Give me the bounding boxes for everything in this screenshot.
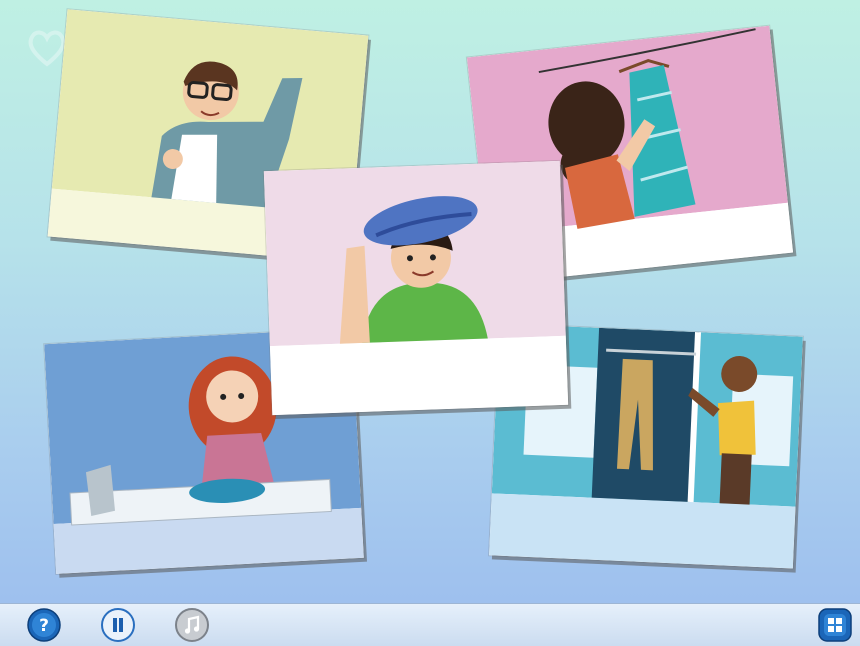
music-note-icon xyxy=(175,608,209,642)
pause-icon xyxy=(101,608,135,642)
bottom-toolbar: ? xyxy=(0,603,860,646)
picture-card-boy-cap[interactable] xyxy=(263,160,569,416)
svg-text:?: ? xyxy=(39,616,49,636)
help-button[interactable]: ? xyxy=(27,608,61,642)
music-button[interactable] xyxy=(175,608,209,642)
activity-stage xyxy=(0,0,860,603)
question-icon: ? xyxy=(27,608,61,642)
menu-button[interactable] xyxy=(818,608,852,642)
grid-menu-icon xyxy=(818,608,852,642)
pause-button[interactable] xyxy=(101,608,135,642)
card-caption xyxy=(270,351,568,415)
